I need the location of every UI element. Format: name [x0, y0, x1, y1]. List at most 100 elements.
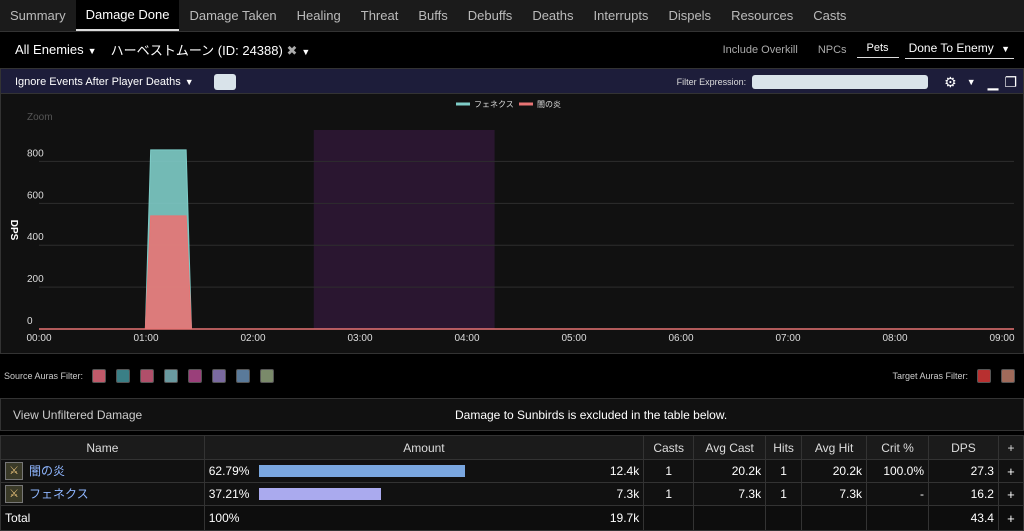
col-name[interactable]: Name: [0, 435, 205, 460]
total-label: Total: [0, 505, 205, 531]
chevron-down-icon[interactable]: ▼: [967, 77, 976, 87]
col-dps[interactable]: DPS: [928, 435, 999, 460]
report-tabs: Summary Damage Done Damage Taken Healing Thr…: [0, 0, 1024, 32]
tab-threat[interactable]: Threat: [351, 0, 409, 31]
tab-dispels[interactable]: Dispels: [658, 0, 721, 31]
tab-healing[interactable]: Healing: [287, 0, 351, 31]
option-include-overkill[interactable]: Include Overkill: [713, 44, 808, 56]
table-row[interactable]: ⚔ フェネクス 37.21% 7.3k 1 7.3k 1 7.3k -16.2 +: [0, 482, 1024, 506]
aura-filters: Source Auras Filter: Target Auras Filter…: [0, 366, 1024, 386]
x-tick-label: 05:00: [561, 333, 586, 344]
exclusion-message: Damage to Sunbirds is excluded in the ta…: [455, 407, 728, 422]
col-hits[interactable]: Hits: [765, 435, 803, 460]
source-aura-icon[interactable]: [236, 369, 251, 383]
col-crit[interactable]: Crit %: [866, 435, 930, 460]
ignore-deaths-input[interactable]: [213, 73, 236, 90]
tab-debuffs[interactable]: Debuffs: [458, 0, 523, 31]
x-tick-label: 09:00: [989, 333, 1014, 344]
source-aura-icon[interactable]: [260, 369, 275, 383]
row-name-link[interactable]: 闇の炎: [29, 464, 65, 478]
target-label: ハーベストムーン (ID: 24388): [110, 43, 283, 58]
mode-dropdown[interactable]: Done To Enemy ▼: [904, 40, 1014, 59]
graph-header: Ignore Events After Player Deaths ▼ Filte…: [0, 68, 1024, 94]
source-aura-icon[interactable]: [116, 369, 131, 383]
source-aura-icon[interactable]: [140, 369, 155, 383]
source-aura-icon[interactable]: [212, 369, 227, 383]
row-crit: 100.0%: [866, 459, 930, 483]
target-dropdown[interactable]: ハーベストムーン (ID: 24388) ✖ ▼: [111, 40, 311, 59]
tab-resources[interactable]: Resources: [721, 0, 803, 31]
row-avg-hit: 7.3k: [801, 482, 868, 506]
x-tick-label: 04:00: [454, 333, 479, 344]
x-tick-label: 03:00: [347, 333, 372, 344]
chevron-down-icon: ▼: [184, 76, 194, 87]
chevron-down-icon: ▼: [301, 47, 311, 57]
option-pets[interactable]: Pets: [856, 42, 899, 58]
y-tick-label: 600: [27, 190, 44, 201]
table-row[interactable]: ⚔ 闇の炎 62.79% 12.4k 1 20.2k 1 20.2k 100.0% 27.3 +: [0, 459, 1024, 483]
row-avg-cast: 20.2k: [693, 459, 767, 483]
source-auras-label: Source Auras Filter:: [4, 371, 84, 381]
row-hits: 1: [765, 459, 803, 483]
tab-damage-taken[interactable]: Damage Taken: [179, 0, 286, 31]
source-aura-icon[interactable]: [92, 369, 107, 383]
target-aura-icon[interactable]: [1001, 369, 1015, 383]
add-button[interactable]: +: [997, 505, 1024, 531]
target-auras-label: Target Auras Filter:: [892, 371, 968, 381]
source-aura-icon[interactable]: [164, 369, 179, 383]
row-dps: 27.3: [928, 459, 999, 483]
row-amount: 62.79% 12.4k: [203, 459, 645, 483]
tab-summary[interactable]: Summary: [0, 0, 76, 31]
ignore-deaths-label: Ignore Events After Player Deaths: [15, 75, 181, 88]
remove-icon[interactable]: ✖: [286, 43, 297, 58]
col-avg-hit[interactable]: Avg Hit: [801, 435, 868, 460]
y-tick-label: 800: [27, 148, 44, 159]
zoom-label: Zoom: [27, 112, 53, 123]
total-amount: 100% 19.7k: [203, 505, 645, 531]
dps-graph[interactable]: 0 200 400 600 800 00:00 01:00 02:00 03:00 04:00 05…: [0, 93, 1024, 354]
row-name[interactable]: ⚔ フェネクス: [0, 482, 205, 506]
row-name[interactable]: ⚔ 闇の炎: [0, 459, 205, 483]
info-bar: View Unfiltered Damage Damage to Sunbird…: [0, 398, 1024, 431]
dps-chart[interactable]: 0 200 400 600 800 00:00 01:00 02:00 03:00 04:00 05…: [1, 94, 1023, 353]
x-tick-label: 08:00: [882, 333, 907, 344]
option-npcs[interactable]: NPCs: [808, 44, 857, 56]
target-aura-icon[interactable]: [977, 369, 991, 383]
popout-icon[interactable]: ❐: [1004, 75, 1017, 89]
row-avg-cast: 7.3k: [693, 482, 767, 506]
gear-icon[interactable]: ⚙: [944, 75, 957, 89]
amount-bar-fill: [258, 488, 381, 500]
source-aura-icon[interactable]: [188, 369, 203, 383]
tab-interrupts[interactable]: Interrupts: [584, 0, 659, 31]
col-avg-cast[interactable]: Avg Cast: [693, 435, 767, 460]
tab-deaths[interactable]: Deaths: [522, 0, 583, 31]
enemies-dropdown[interactable]: All Enemies ▼: [15, 42, 97, 57]
chevron-down-icon: ▼: [1001, 43, 1010, 54]
x-tick-label: 07:00: [775, 333, 800, 344]
col-casts[interactable]: Casts: [643, 435, 695, 460]
y-tick-label: 400: [27, 232, 44, 243]
col-add[interactable]: +: [997, 435, 1024, 460]
row-casts: 1: [643, 459, 695, 483]
spell-icon: ⚔: [5, 485, 23, 504]
col-amount[interactable]: Amount: [203, 435, 645, 460]
add-button[interactable]: +: [997, 482, 1024, 506]
minimize-icon[interactable]: ▁: [988, 75, 999, 89]
tab-damage-done[interactable]: Damage Done: [75, 0, 180, 31]
row-pct: 37.21%: [208, 487, 250, 501]
tab-buffs[interactable]: Buffs: [408, 0, 457, 31]
view-unfiltered-link[interactable]: View Unfiltered Damage: [1, 408, 343, 422]
amount-bar: [258, 488, 587, 500]
filter-expression-input[interactable]: [752, 74, 929, 89]
total-amount-value: 19.7k: [609, 511, 640, 525]
row-dps: 16.2: [928, 482, 999, 506]
add-button[interactable]: +: [997, 459, 1024, 483]
row-pct: 62.79%: [208, 464, 250, 478]
row-name-link[interactable]: フェネクス: [29, 487, 89, 501]
target-aura-icons: [972, 369, 1020, 383]
ignore-deaths-dropdown[interactable]: Ignore Events After Player Deaths ▼: [15, 76, 194, 88]
tab-casts[interactable]: Casts: [803, 0, 856, 31]
x-tick-label: 00:00: [26, 333, 51, 344]
mode-label: Done To Enemy: [908, 40, 994, 55]
row-casts: 1: [643, 482, 695, 506]
